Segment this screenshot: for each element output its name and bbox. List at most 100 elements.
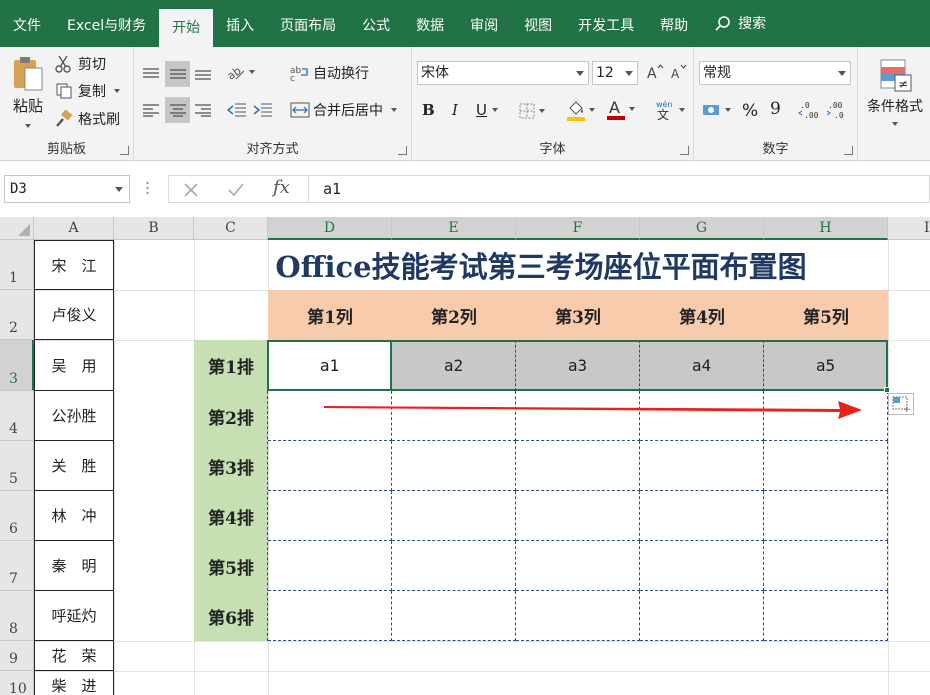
column-header-a[interactable]: A bbox=[34, 217, 114, 240]
seat-cell[interactable] bbox=[392, 441, 516, 491]
column-header-i[interactable]: I bbox=[888, 217, 930, 240]
seat-cell[interactable] bbox=[516, 591, 640, 641]
name-cell[interactable]: 秦 明 bbox=[34, 541, 114, 591]
increase-indent-button[interactable] bbox=[252, 99, 274, 121]
column-header-d[interactable]: D bbox=[268, 217, 392, 240]
conditional-formatting-button[interactable]: ≠ 条件格式 bbox=[862, 57, 928, 126]
quick-analysis-button[interactable]: + bbox=[888, 393, 914, 415]
column-header-f[interactable]: F bbox=[516, 217, 640, 240]
bold-button[interactable]: B bbox=[422, 101, 435, 119]
column-header-g[interactable]: G bbox=[640, 217, 764, 240]
borders-button[interactable] bbox=[518, 102, 545, 120]
italic-button[interactable]: I bbox=[452, 101, 458, 119]
seat-cell[interactable] bbox=[764, 441, 888, 491]
row-header-4[interactable]: 4 bbox=[0, 391, 34, 441]
seat-cell[interactable] bbox=[516, 491, 640, 541]
seat-cell[interactable] bbox=[764, 541, 888, 591]
column-header-c[interactable]: C bbox=[194, 217, 268, 240]
wrap-text-button[interactable]: ab c 自动换行 bbox=[290, 63, 369, 83]
seat-column-header-5[interactable]: 第5列 bbox=[764, 290, 888, 340]
name-cell[interactable]: 宋 江 bbox=[34, 240, 114, 290]
seat-cell[interactable] bbox=[640, 591, 764, 641]
tab-help[interactable]: 帮助 bbox=[647, 0, 701, 47]
tab-file[interactable]: 文件 bbox=[0, 0, 54, 47]
seat-column-header-2[interactable]: 第2列 bbox=[392, 290, 516, 340]
seat-cell[interactable] bbox=[764, 591, 888, 641]
increase-decimal-button[interactable]: .0.00 bbox=[798, 99, 820, 121]
cut-button[interactable]: 剪切 bbox=[55, 54, 106, 74]
underline-button[interactable]: U bbox=[476, 101, 498, 119]
seat-row-header-3[interactable]: 第3排 bbox=[194, 441, 268, 491]
decrease-indent-button[interactable] bbox=[226, 99, 248, 121]
seat-cell[interactable] bbox=[268, 491, 392, 541]
row-header-7[interactable]: 7 bbox=[0, 541, 34, 591]
decrease-decimal-button[interactable]: .00.0 bbox=[826, 99, 848, 121]
seat-row-header-5[interactable]: 第5排 bbox=[194, 541, 268, 591]
tab-home[interactable]: 开始 bbox=[159, 9, 214, 47]
seat-cell-r1-c3[interactable]: a3 bbox=[516, 340, 640, 391]
seat-column-header-3[interactable]: 第3列 bbox=[516, 290, 640, 340]
row-header-5[interactable]: 5 bbox=[0, 441, 34, 491]
select-all-button[interactable] bbox=[0, 217, 34, 240]
align-middle-button[interactable] bbox=[165, 61, 190, 87]
column-header-b[interactable]: B bbox=[114, 217, 194, 240]
font-name-select[interactable]: 宋体 bbox=[417, 61, 589, 85]
phonetic-button[interactable]: wén 文 bbox=[654, 99, 685, 121]
row-header-2[interactable]: 2 bbox=[0, 290, 34, 340]
seat-row-header-6[interactable]: 第6排 bbox=[194, 591, 268, 641]
tab-review[interactable]: 审阅 bbox=[457, 0, 511, 47]
merge-center-button[interactable]: 合并后居中 bbox=[290, 100, 397, 120]
clipboard-launcher-icon[interactable] bbox=[120, 146, 129, 155]
tab-data[interactable]: 数据 bbox=[403, 0, 457, 47]
tab-view[interactable]: 视图 bbox=[511, 0, 565, 47]
seat-cell[interactable] bbox=[268, 591, 392, 641]
name-cell[interactable]: 花 荣 bbox=[34, 641, 114, 671]
enter-check-icon[interactable] bbox=[227, 182, 245, 198]
seat-row-header-2[interactable]: 第2排 bbox=[194, 391, 268, 441]
seat-cell[interactable] bbox=[640, 491, 764, 541]
align-right-button[interactable] bbox=[192, 99, 214, 121]
row-header-10[interactable]: 10 bbox=[0, 671, 34, 695]
tab-insert[interactable]: 插入 bbox=[213, 0, 267, 47]
seat-cell[interactable] bbox=[392, 541, 516, 591]
comma-style-button[interactable]: 9 bbox=[770, 99, 781, 119]
seat-cell-r1-c2[interactable]: a2 bbox=[392, 340, 516, 391]
percent-button[interactable]: % bbox=[742, 101, 758, 121]
column-header-h[interactable]: H bbox=[764, 217, 888, 240]
font-size-select[interactable]: 12 bbox=[592, 61, 638, 85]
drag-handle-icon[interactable] bbox=[146, 181, 149, 195]
seat-cell-r1-c1[interactable]: a1 bbox=[268, 340, 392, 391]
tab-page-layout[interactable]: 页面布局 bbox=[267, 0, 349, 47]
number-format-select[interactable]: 常规 bbox=[699, 61, 851, 85]
row-header-1[interactable]: 1 bbox=[0, 240, 34, 290]
font-launcher-icon[interactable] bbox=[680, 146, 689, 155]
name-cell[interactable]: 柴 进 bbox=[34, 671, 114, 695]
name-cell[interactable]: 呼延灼 bbox=[34, 591, 114, 641]
seat-cell[interactable] bbox=[516, 441, 640, 491]
seat-column-header-1[interactable]: 第1列 bbox=[268, 290, 392, 340]
name-cell[interactable]: 吴 用 bbox=[34, 340, 114, 391]
row-header-8[interactable]: 8 bbox=[0, 591, 34, 641]
seat-cell[interactable] bbox=[392, 591, 516, 641]
cancel-icon[interactable] bbox=[183, 182, 199, 198]
seat-cell[interactable] bbox=[764, 491, 888, 541]
seat-cell[interactable] bbox=[640, 441, 764, 491]
row-header-3[interactable]: 3 bbox=[0, 340, 34, 391]
align-bottom-button[interactable] bbox=[192, 63, 214, 85]
name-cell[interactable]: 公孙胜 bbox=[34, 391, 114, 441]
font-color-button[interactable]: A bbox=[606, 97, 635, 121]
seat-cell[interactable] bbox=[268, 541, 392, 591]
seat-cell-r1-c4[interactable]: a4 bbox=[640, 340, 764, 391]
row-header-6[interactable]: 6 bbox=[0, 491, 34, 541]
seat-cell-r1-c5[interactable]: a5 bbox=[764, 340, 888, 391]
sheet-title[interactable]: Office技能考试第三考场座位平面布置图 bbox=[194, 240, 888, 290]
row-header-9[interactable]: 9 bbox=[0, 641, 34, 671]
name-cell[interactable]: 卢俊义 bbox=[34, 290, 114, 340]
seat-row-header-4[interactable]: 第4排 bbox=[194, 491, 268, 541]
copy-button[interactable]: 复制 bbox=[55, 81, 120, 101]
align-left-button[interactable] bbox=[140, 99, 162, 121]
paste-button[interactable]: 粘贴 bbox=[8, 55, 48, 128]
name-cell[interactable]: 林 冲 bbox=[34, 491, 114, 541]
alignment-launcher-icon[interactable] bbox=[398, 146, 407, 155]
seat-row-header-1[interactable]: 第1排 bbox=[194, 340, 268, 391]
